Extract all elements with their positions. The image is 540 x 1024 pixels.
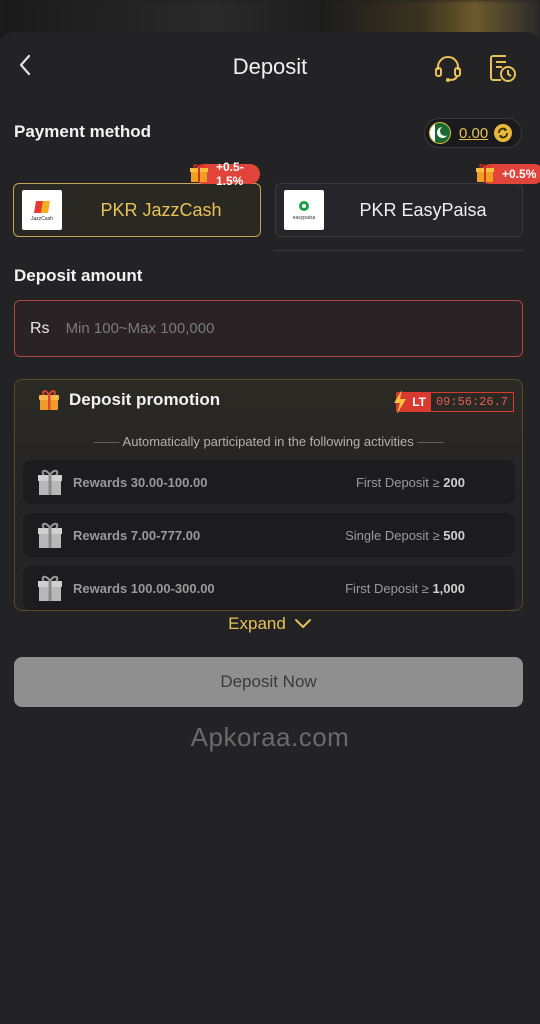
lightning-icon xyxy=(394,390,407,414)
deposit-promotion-panel: Deposit promotion LT 09:56:26.7 —— Autom… xyxy=(14,379,523,611)
promotion-title: Deposit promotion xyxy=(69,390,221,409)
reward-label: Rewards 100.00-300.00 xyxy=(73,580,215,596)
gift-box-icon xyxy=(38,575,62,601)
amount-field[interactable]: Rs xyxy=(14,300,523,357)
deposit-now-button[interactable]: Deposit Now xyxy=(14,657,523,707)
deposit-history-button[interactable] xyxy=(486,52,518,84)
bonus-badge: +0.5-1.5% xyxy=(190,160,260,188)
amount-input[interactable] xyxy=(65,320,466,337)
easypaisa-logo: easypaisa xyxy=(284,190,324,230)
reward-condition: First Deposit ≥ 200 xyxy=(355,474,465,490)
gift-icon xyxy=(39,390,59,410)
history-icon xyxy=(490,55,516,82)
header: Deposit xyxy=(0,32,540,102)
expand-button[interactable]: Expand xyxy=(0,614,540,634)
gift-icon xyxy=(190,164,208,182)
limited-time-tag: LT xyxy=(394,390,430,414)
promotion-header: Deposit promotion xyxy=(37,388,220,412)
balance-display[interactable]: 0.00 xyxy=(424,118,522,148)
countdown-timer: LT 09:56:26.7 xyxy=(394,390,514,414)
reward-condition: First Deposit ≥ 1,000 xyxy=(345,580,465,596)
deposit-amount-label: Deposit amount xyxy=(14,266,143,285)
gift-box-icon xyxy=(38,522,62,548)
watermark: Apkoraa.com xyxy=(190,722,350,752)
reward-condition: Single Deposit ≥ 500 xyxy=(345,527,465,543)
timer-value: 09:56:26.7 xyxy=(429,392,514,412)
jazzcash-logo: JazzCash xyxy=(22,190,62,230)
payment-method-jazzcash[interactable]: JazzCash PKR JazzCash +0.5-1.5% xyxy=(13,160,261,237)
reward-label: Rewards 30.00-100.00 xyxy=(73,474,208,490)
divider xyxy=(274,250,524,251)
headset-icon xyxy=(435,56,461,82)
payment-method-easypaisa[interactable]: easypaisa PKR EasyPaisa +0.5% xyxy=(275,164,540,237)
balance-value: 0.00 xyxy=(459,124,489,142)
bonus-badge: +0.5% xyxy=(476,164,540,184)
deposit-sheet: Deposit Payment method 0.00 JazzCash PKR… xyxy=(0,32,540,1024)
method-name: PKR JazzCash xyxy=(100,199,222,220)
reward-row[interactable]: Rewards 100.00-300.00 First Deposit ≥ 1,… xyxy=(23,566,515,610)
auto-participation-note: —— Automatically participated in the fol… xyxy=(93,434,444,449)
pakistan-flag-icon xyxy=(429,122,451,144)
gift-icon xyxy=(476,164,494,182)
payment-method-label: Payment method xyxy=(14,122,151,141)
reward-row[interactable]: Rewards 30.00-100.00 First Deposit ≥ 200 xyxy=(23,460,515,504)
refresh-icon[interactable] xyxy=(493,123,513,143)
customer-support-button[interactable] xyxy=(432,52,464,84)
currency-symbol: Rs xyxy=(30,319,50,337)
chevron-down-icon xyxy=(294,619,311,629)
reward-label: Rewards 7.00-777.00 xyxy=(73,527,201,543)
method-name: PKR EasyPaisa xyxy=(359,199,487,220)
reward-row[interactable]: Rewards 7.00-777.00 Single Deposit ≥ 500 xyxy=(23,513,515,557)
gift-box-icon xyxy=(38,469,62,495)
